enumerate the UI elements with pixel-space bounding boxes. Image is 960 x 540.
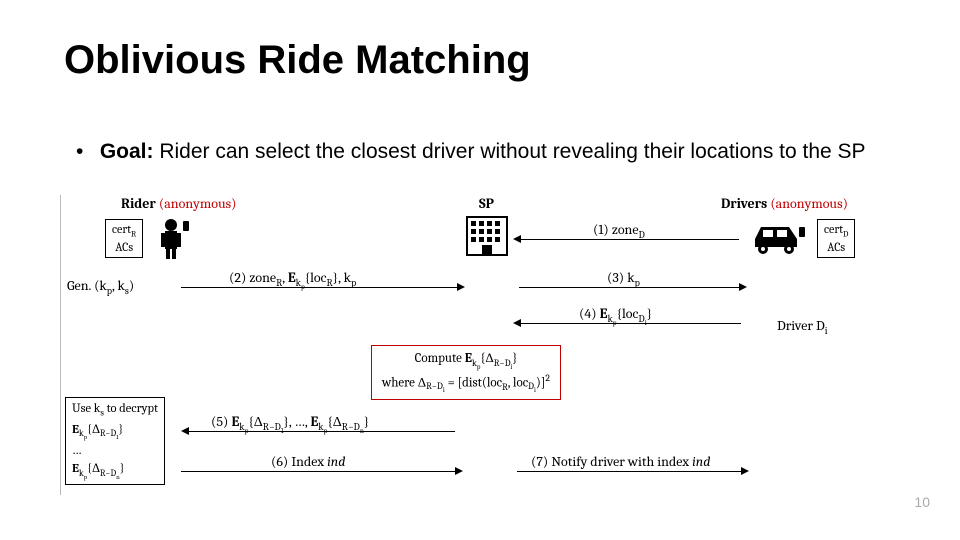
arrow-5-head xyxy=(181,427,189,435)
role-rider-label: Rider (anonymous) xyxy=(121,195,236,212)
rider-cert-box: certRACs xyxy=(105,219,143,258)
arrow-6-label: (6) Index ind xyxy=(271,453,345,470)
page-number: 10 xyxy=(914,494,930,510)
arrow-1-label: (1) zoneD xyxy=(593,221,645,241)
arrow-6-head xyxy=(455,467,463,475)
slide-title: Oblivious Ride Matching xyxy=(64,38,531,83)
gen-keys-label: Gen. (kp, ks) xyxy=(67,277,134,297)
decrypt-box: Use ks to decrypt Ekp{ΔR−D1} … Ekp{ΔR−Dn… xyxy=(65,397,165,485)
compute-box: Compute Ekp{ΔR−Di} where ΔR−Di = [dist(l… xyxy=(371,345,561,400)
arrow-7-line xyxy=(517,471,741,472)
car-icon xyxy=(749,221,809,255)
building-icon xyxy=(465,215,509,257)
arrow-6-line xyxy=(181,471,455,472)
arrow-5-label: (5) Ekp{ΔR−D1}, …, Ekp{ΔR−Dn} xyxy=(211,413,369,435)
arrow-7-head xyxy=(741,467,749,475)
bullet-dot: • xyxy=(76,140,94,164)
arrow-2-head xyxy=(457,283,465,291)
protocol-diagram: Rider (anonymous) SP Drivers (anonymous)… xyxy=(60,195,891,495)
role-sp-label: SP xyxy=(479,195,494,212)
role-drivers-label: Drivers (anonymous) xyxy=(721,195,848,212)
goal-text: Rider can select the closest driver with… xyxy=(154,140,866,163)
person-icon xyxy=(157,215,193,261)
goal-label: Goal: xyxy=(100,140,154,163)
arrow-4-label: (4) Ekp{locDi} xyxy=(579,305,652,327)
arrow-2-label: (2) zoneR, Ekp{locR}, kp xyxy=(229,269,356,291)
arrow-1-head xyxy=(513,235,521,243)
driver-i-label: Driver Di xyxy=(777,317,828,337)
goal-bullet: • Goal: Rider can select the closest dri… xyxy=(76,140,866,164)
driver-cert-box: certDACs xyxy=(817,219,855,258)
arrow-3-label: (3) kp xyxy=(607,269,640,289)
arrow-7-label: (7) Notify driver with index ind xyxy=(531,453,710,470)
arrow-4-head xyxy=(513,319,521,327)
arrow-3-head xyxy=(739,283,747,291)
